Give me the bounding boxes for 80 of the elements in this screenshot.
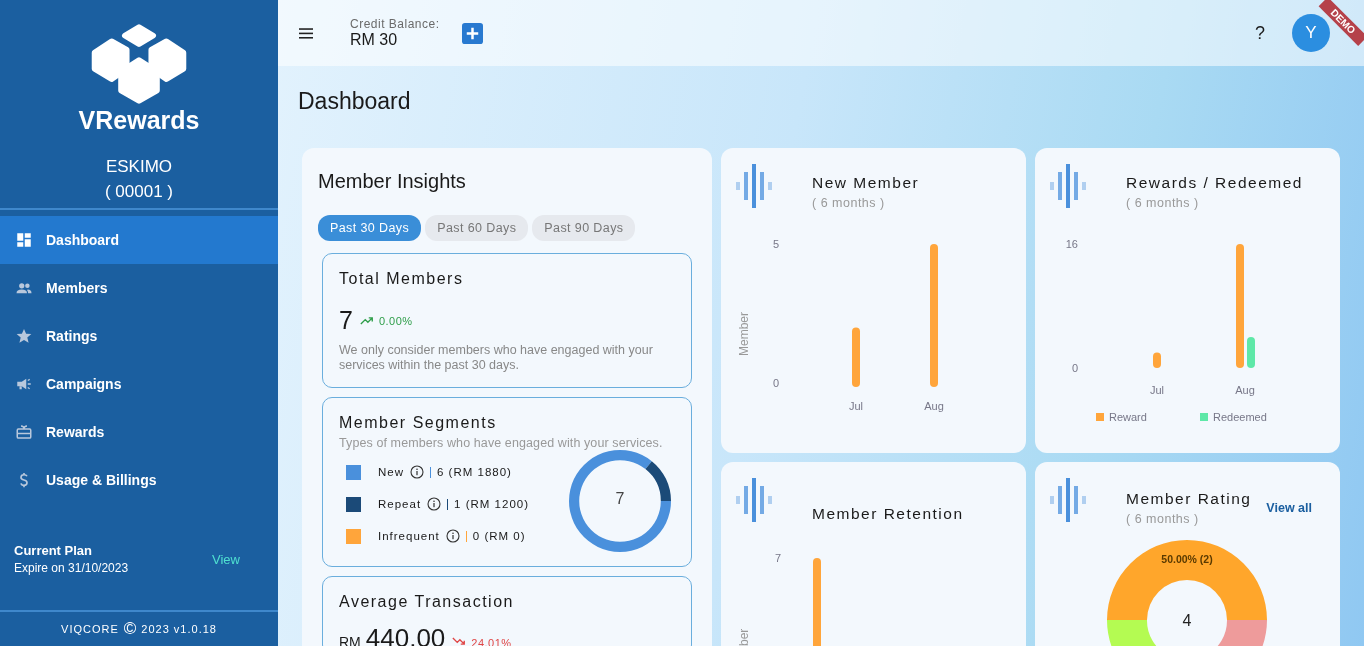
nav-item[interactable]: Dashboard <box>0 216 278 264</box>
legend-value: 0 (RM 0) <box>472 530 526 542</box>
panel-title: Total Members <box>339 270 465 288</box>
menu-icon[interactable] <box>299 27 313 39</box>
company-name: ESKIMO <box>105 157 173 177</box>
wave-icon <box>736 478 774 522</box>
plan-title: Current Plan <box>14 543 93 558</box>
bar <box>1247 337 1255 368</box>
info-icon[interactable] <box>427 497 442 511</box>
period-tab[interactable]: Past 90 Days <box>532 215 636 241</box>
help-button[interactable]: ? <box>1255 22 1265 44</box>
card-title: Member Rating <box>1126 490 1253 508</box>
view-plan-link[interactable]: View <box>212 551 240 567</box>
card-subtitle: ( 6 months ) <box>1126 512 1200 526</box>
period-tab[interactable]: Past 60 Days <box>425 215 529 241</box>
card-title: Rewards / Redeemed <box>1126 174 1303 192</box>
category-label: Jul <box>1149 384 1165 396</box>
panel-title: Average Transaction <box>339 593 515 611</box>
copyright-sign: © <box>123 619 137 639</box>
star-icon <box>15 327 33 345</box>
legend-label: Redeemed <box>1213 411 1267 423</box>
category-label: Aug <box>1235 384 1255 396</box>
axis-title: Member <box>737 312 751 356</box>
category-label: Aug <box>924 400 944 412</box>
legend-value: 1 (RM 1200) <box>454 498 529 510</box>
card-title: Member Insights <box>318 170 467 193</box>
card-subtitle: ( 6 months ) <box>1126 196 1200 210</box>
panel-note: We only consider members who have engaged with your services within the past 30 days. <box>339 343 654 373</box>
dashboard-icon <box>15 231 33 249</box>
tick-label: 7 <box>774 552 781 564</box>
logo-text: VRewards <box>78 106 200 135</box>
axis-title: ber <box>737 628 751 646</box>
credit-value: RM 30 <box>350 31 399 49</box>
nav-item[interactable]: Ratings <box>0 312 278 360</box>
footer-brand: VIQCORE <box>61 623 119 635</box>
tick-label: 0 <box>1071 362 1078 374</box>
wave-icon <box>736 164 774 208</box>
legend-label: Infrequent <box>378 530 440 542</box>
avatar[interactable]: Y <box>1292 14 1330 52</box>
gift-card-icon <box>15 423 33 441</box>
nav-item[interactable]: Campaigns <box>0 360 278 408</box>
legend-value: 6 (RM 1880) <box>437 466 512 478</box>
trend-value: 0.00% <box>378 314 413 327</box>
legend-label: Repeat <box>378 498 422 510</box>
info-icon[interactable] <box>445 529 460 543</box>
legend-label: New <box>378 466 404 478</box>
card-subtitle: ( 6 months ) <box>812 196 886 210</box>
category-label: Jul <box>848 400 864 412</box>
donut-total: 4 <box>1182 612 1192 629</box>
company-code: ( 00001 ) <box>104 182 173 202</box>
tick-label: 16 <box>1065 238 1078 250</box>
nav-item[interactable]: Usage & Billings <box>0 456 278 504</box>
panel-title: Member Segments <box>339 414 498 432</box>
trend-up-icon <box>359 315 374 326</box>
info-icon[interactable] <box>410 465 424 479</box>
legend-swatch <box>1200 413 1208 421</box>
legend-swatch <box>1096 413 1104 421</box>
page-title: Dashboard <box>298 88 412 116</box>
plan-expiry: Expire on 31/10/2023 <box>14 561 129 575</box>
panel-subtitle: Types of members who have engaged with your services. <box>339 436 664 450</box>
view-all-link[interactable]: View all <box>1266 501 1312 515</box>
tick-label: 0 <box>772 377 779 389</box>
trend-down-icon <box>452 636 467 646</box>
nav-item[interactable]: Members <box>0 264 278 312</box>
slice-label: 50.00% (2) <box>1161 553 1213 565</box>
tick-label: 5 <box>772 238 779 250</box>
add-credit-button[interactable] <box>461 22 483 44</box>
credit-label: Credit Balance: <box>350 17 440 31</box>
wave-icon <box>1050 478 1088 522</box>
bar <box>1153 352 1161 368</box>
card-title: New Member <box>812 174 920 192</box>
card-title: Member Retention <box>812 505 964 523</box>
legend-label: Reward <box>1109 411 1147 423</box>
period-tab[interactable]: Past 30 Days <box>318 215 422 241</box>
bar <box>852 327 860 387</box>
donut-total: 7 <box>614 490 626 508</box>
wave-icon <box>1050 164 1088 208</box>
footer-version: 2023 v1.0.18 <box>141 623 217 635</box>
total-value: 7 <box>339 306 353 335</box>
nav-item[interactable]: Rewards <box>0 408 278 456</box>
